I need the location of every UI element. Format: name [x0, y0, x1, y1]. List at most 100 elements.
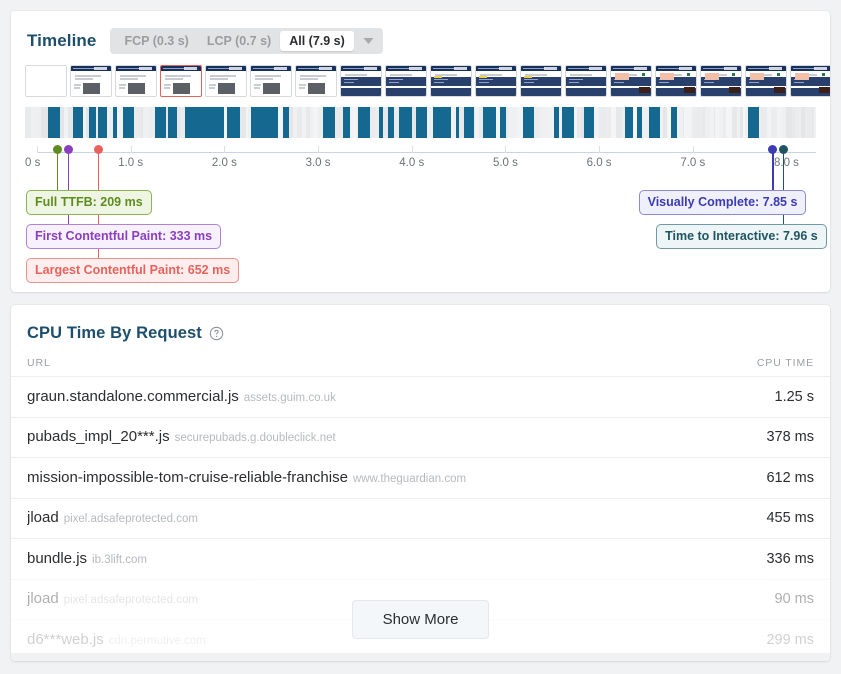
- waterfall-bar: [382, 107, 389, 138]
- filmstrip-thumbnail[interactable]: [70, 65, 112, 97]
- filmstrip-thumbnail[interactable]: [790, 65, 830, 97]
- timeline-range-segmented-control[interactable]: FCP (0.3 s) LCP (0.7 s) All (7.9 s): [110, 28, 383, 54]
- waterfall-bar: [411, 107, 416, 138]
- row-url-cell: mission-impossible-tom-cruise-reliable-f…: [27, 469, 766, 487]
- waterfall-bar: [522, 107, 535, 138]
- axis-tick: [130, 146, 132, 153]
- filmstrip-thumbnail[interactable]: [385, 65, 427, 97]
- waterfall-bar: [95, 107, 98, 138]
- axis-tick: [411, 146, 413, 153]
- waterfall-bar: [168, 107, 178, 138]
- filmstrip-thumbnail[interactable]: [295, 65, 337, 97]
- waterfall-activity-strip: [25, 107, 816, 138]
- waterfall-bar: [277, 107, 284, 138]
- table-row[interactable]: graun.standalone.commercial.js assets.gui…: [11, 376, 830, 417]
- filmstrip-thumbnail[interactable]: [430, 65, 472, 97]
- row-resource-host: assets.guim.co.uk: [243, 391, 336, 404]
- row-url-cell: jload pixel.adsafeprotected.com: [27, 509, 766, 527]
- waterfall-bar: [559, 107, 563, 138]
- filmstrip-thumbnail[interactable]: [565, 65, 607, 97]
- row-cpu-time: 612 ms: [766, 469, 814, 486]
- filmstrip-thumbnail[interactable]: [340, 65, 382, 97]
- row-resource-host: ib.3lift.com: [92, 553, 148, 566]
- waterfall-bar: [97, 107, 107, 138]
- waterfall-bar: [250, 107, 260, 138]
- waterfall-bar: [517, 107, 523, 138]
- waterfall-bar: [398, 107, 412, 138]
- waterfall-bar: [624, 107, 634, 138]
- timeline-title: Timeline: [27, 31, 97, 50]
- cpu-table-header: URL CPU TIME: [11, 357, 830, 376]
- row-resource-name: jload: [27, 509, 59, 527]
- show-more-button[interactable]: Show More: [351, 600, 490, 639]
- waterfall-bar: [198, 107, 207, 138]
- waterfall-bar: [375, 107, 380, 138]
- waterfall-bar: [189, 107, 199, 138]
- waterfall-bar: [85, 107, 89, 138]
- row-resource-name: mission-impossible-tom-cruise-reliable-f…: [27, 468, 348, 486]
- cpu-title: CPU Time By Request: [27, 324, 202, 342]
- waterfall-bar: [459, 107, 464, 138]
- axis-tick-label: 3.0 s: [305, 157, 331, 169]
- waterfall-bar: [123, 107, 134, 138]
- axis-tick: [318, 146, 320, 153]
- waterfall-bar: [482, 107, 496, 138]
- waterfall-bar: [342, 107, 350, 138]
- axis-tick-label: 6.0 s: [586, 157, 612, 169]
- axis-tick-label: 8.0 s: [774, 157, 799, 169]
- waterfall-bar: [433, 107, 446, 138]
- waterfall-bar: [339, 107, 343, 138]
- axis-tick-label: 2.0 s: [211, 157, 237, 169]
- table-row[interactable]: pubads_impl_20***.js securepubads.g.doubl…: [11, 416, 830, 458]
- filmstrip-thumbnail[interactable]: [610, 65, 652, 97]
- waterfall-bar: [635, 107, 638, 138]
- filmstrip-thumbnail[interactable]: [700, 65, 742, 97]
- waterfall-bar: [642, 107, 649, 138]
- waterfall-bar: [548, 107, 555, 138]
- timeline-header: Timeline FCP (0.3 s) LCP (0.7 s) All (7.…: [11, 11, 830, 54]
- chevron-down-icon[interactable]: [362, 34, 376, 48]
- row-cpu-time: 336 ms: [766, 550, 814, 567]
- timeline-card: Timeline FCP (0.3 s) LCP (0.7 s) All (7.…: [11, 11, 830, 292]
- waterfall-bar: [317, 107, 324, 138]
- seg-option-lcp[interactable]: LCP (0.7 s): [198, 31, 280, 51]
- waterfall-bar: [415, 107, 428, 138]
- filmstrip-thumbnail[interactable]: [745, 65, 787, 97]
- filmstrip-thumbnail[interactable]: [205, 65, 247, 97]
- waterfall-bar: [393, 107, 399, 138]
- seg-option-all[interactable]: All (7.9 s): [280, 31, 354, 51]
- filmstrip-thumbnail[interactable]: [250, 65, 292, 97]
- page-root: Timeline FCP (0.3 s) LCP (0.7 s) All (7.…: [0, 0, 841, 674]
- axis-tick-label: 5.0 s: [492, 157, 518, 169]
- waterfall-bar: [154, 107, 166, 138]
- table-row[interactable]: mission-impossible-tom-cruise-reliable-f…: [11, 457, 830, 498]
- row-url-cell: graun.standalone.commercial.js assets.gui…: [27, 388, 775, 406]
- waterfall-bar: [323, 107, 332, 138]
- filmstrip-thumbnail[interactable]: [520, 65, 562, 97]
- row-resource-name: pubads_impl_20***.js: [27, 428, 170, 446]
- axis-line: [37, 152, 816, 153]
- waterfall-bar: [670, 107, 678, 138]
- table-row[interactable]: bundle.js ib.3lift.com 336 ms: [11, 538, 830, 579]
- row-url-cell: pubads_impl_20***.js securepubads.g.doubl…: [27, 428, 766, 446]
- axis-tick-label: 4.0 s: [399, 157, 425, 169]
- help-circle-icon[interactable]: [209, 326, 224, 341]
- waterfall-bar: [464, 107, 474, 138]
- filmstrip-thumbnail[interactable]: [160, 65, 202, 97]
- axis-tick: [224, 146, 226, 153]
- row-resource-name: graun.standalone.commercial.js: [27, 387, 239, 405]
- waterfall-bar: [88, 107, 96, 138]
- filmstrip[interactable]: [11, 65, 830, 98]
- waterfall-bar: [495, 107, 500, 138]
- seg-option-fcp[interactable]: FCP (0.3 s): [115, 31, 197, 51]
- filmstrip-thumbnail[interactable]: [655, 65, 697, 97]
- row-cpu-time: 455 ms: [766, 510, 814, 527]
- filmstrip-thumbnail[interactable]: [475, 65, 517, 97]
- filmstrip-thumbnail[interactable]: [25, 65, 67, 97]
- axis-tick: [599, 146, 601, 153]
- table-row[interactable]: jload pixel.adsafeprotected.com 455 ms: [11, 497, 830, 539]
- row-resource-host: www.theguardian.com: [352, 472, 467, 485]
- waterfall-bar: [357, 107, 367, 138]
- waterfall-bar: [224, 107, 227, 138]
- filmstrip-thumbnail[interactable]: [115, 65, 157, 97]
